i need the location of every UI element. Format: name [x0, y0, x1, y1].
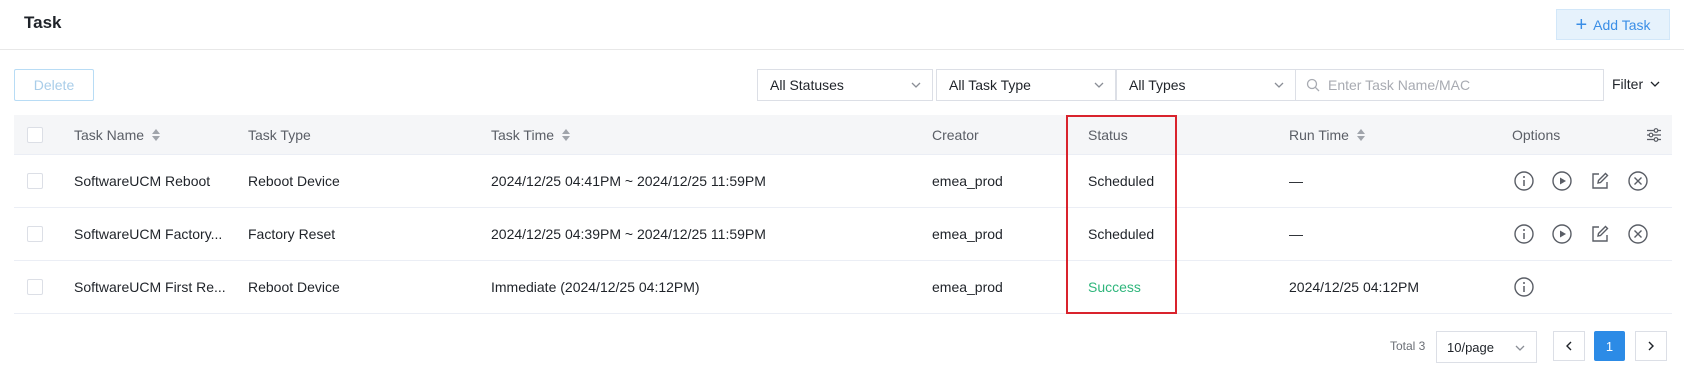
select-all-checkbox[interactable]: [27, 126, 43, 143]
task-type-cell: Factory Reset: [248, 226, 336, 242]
status-cell: Success: [1088, 279, 1141, 295]
cancel-icon[interactable]: [1627, 170, 1649, 192]
sort-icon[interactable]: [1356, 128, 1365, 141]
status-cell: Scheduled: [1088, 226, 1155, 242]
column-task-name[interactable]: Task Name: [74, 115, 161, 154]
creator-cell: emea_prod: [932, 173, 1003, 189]
prev-page-button[interactable]: [1553, 331, 1585, 361]
play-icon[interactable]: [1551, 223, 1573, 245]
column-task-time[interactable]: Task Time: [491, 115, 571, 154]
task-name-cell: SoftwareUCM Reboot: [74, 173, 211, 189]
table-header: Task Name Task Type Task Time Creator St…: [14, 115, 1672, 155]
play-icon[interactable]: [1551, 170, 1573, 192]
toolbar: Delete All Statuses All Task Type All Ty…: [0, 68, 1684, 102]
options-cell: [1513, 155, 1649, 207]
chevron-down-icon: [1274, 82, 1284, 88]
column-task-time-label: Task Time: [491, 126, 555, 143]
edit-icon[interactable]: [1589, 170, 1611, 192]
row-checkbox[interactable]: [27, 279, 43, 295]
column-settings-icon[interactable]: [1646, 127, 1662, 142]
status-cell: Scheduled: [1088, 173, 1155, 189]
task-time-cell: Immediate (2024/12/25 04:12PM): [491, 279, 700, 295]
search-input[interactable]: [1328, 77, 1598, 93]
task-time-cell: 2024/12/25 04:39PM ~ 2024/12/25 11:59PM: [491, 226, 766, 242]
table-row: SoftwareUCM Factory... Factory Reset 202…: [14, 208, 1672, 261]
run-time-cell: 2024/12/25 04:12PM: [1289, 279, 1419, 295]
search-box[interactable]: [1295, 69, 1604, 101]
cancel-icon[interactable]: [1627, 223, 1649, 245]
page-size-value: 10/page: [1447, 339, 1494, 355]
column-creator: Creator: [932, 126, 979, 143]
creator-cell: emea_prod: [932, 226, 1003, 242]
creator-cell: emea_prod: [932, 279, 1003, 295]
task-table: Task Name Task Type Task Time Creator St…: [14, 115, 1672, 314]
task-time-cell: 2024/12/25 04:41PM ~ 2024/12/25 11:59PM: [491, 173, 766, 189]
run-time-cell: —: [1289, 173, 1303, 189]
status-select[interactable]: All Statuses: [757, 69, 933, 101]
page-header: Task + Add Task: [0, 0, 1684, 50]
sort-icon[interactable]: [562, 128, 571, 141]
page-title: Task: [24, 13, 62, 32]
task-name-cell: SoftwareUCM First Re...: [74, 279, 226, 295]
run-time-cell: —: [1289, 226, 1303, 242]
task-type-select[interactable]: All Task Type: [936, 69, 1116, 101]
task-name-cell: SoftwareUCM Factory...: [74, 226, 223, 242]
task-type-cell: Reboot Device: [248, 279, 340, 295]
add-task-button[interactable]: + Add Task: [1556, 9, 1670, 40]
row-checkbox[interactable]: [27, 226, 43, 242]
chevron-down-icon: [1094, 82, 1104, 88]
options-cell: [1513, 208, 1649, 260]
row-checkbox-cell: [27, 155, 43, 207]
delete-button[interactable]: Delete: [14, 69, 94, 101]
filter-label: Filter: [1612, 76, 1644, 92]
status-select-value: All Statuses: [770, 77, 844, 93]
column-task-name-label: Task Name: [74, 126, 145, 143]
edit-icon[interactable]: [1589, 223, 1611, 245]
chevron-down-icon: [911, 82, 921, 88]
add-task-label: Add Task: [1593, 16, 1651, 33]
table-row: SoftwareUCM First Re... Reboot Device Im…: [14, 261, 1672, 314]
search-icon: [1306, 78, 1320, 92]
table-row: SoftwareUCM Reboot Reboot Device 2024/12…: [14, 155, 1672, 208]
chevron-right-icon: [1648, 341, 1654, 351]
task-type-cell: Reboot Device: [248, 173, 340, 189]
types-select-value: All Types: [1129, 77, 1186, 93]
column-run-time[interactable]: Run Time: [1289, 115, 1365, 154]
column-settings[interactable]: [1646, 115, 1662, 154]
pagination: Total 3 10/page 1: [0, 330, 1684, 363]
filter-button[interactable]: Filter: [1612, 76, 1661, 92]
page-1-button[interactable]: 1: [1594, 331, 1625, 361]
column-run-time-label: Run Time: [1289, 126, 1349, 143]
total-count: Total 3: [1390, 339, 1426, 353]
chevron-down-icon: [1515, 345, 1525, 351]
row-checkbox-cell: [27, 261, 43, 313]
column-status: Status: [1088, 126, 1128, 143]
column-task-type: Task Type: [248, 126, 311, 143]
chevron-left-icon: [1566, 341, 1572, 351]
info-icon[interactable]: [1513, 170, 1535, 192]
task-type-select-value: All Task Type: [949, 77, 1031, 93]
info-icon[interactable]: [1513, 276, 1535, 298]
row-checkbox-cell: [27, 208, 43, 260]
sort-icon[interactable]: [152, 128, 161, 141]
options-cell: [1513, 261, 1535, 313]
plus-icon: +: [1575, 13, 1588, 36]
info-icon[interactable]: [1513, 223, 1535, 245]
select-all-cell: [27, 115, 43, 154]
column-options: Options: [1512, 126, 1561, 143]
next-page-button[interactable]: [1635, 331, 1667, 361]
types-select[interactable]: All Types: [1116, 69, 1296, 101]
page-size-select[interactable]: 10/page: [1436, 331, 1537, 363]
chevron-down-icon: [1650, 81, 1660, 87]
row-checkbox[interactable]: [27, 173, 43, 189]
